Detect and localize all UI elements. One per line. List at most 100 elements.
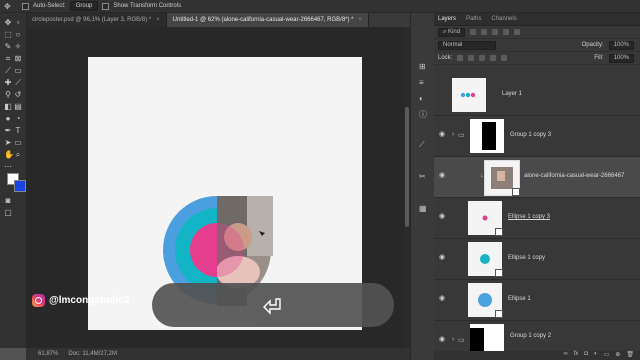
quick-select-icon[interactable]: ✎	[4, 43, 12, 51]
close-icon[interactable]: ×	[156, 17, 160, 23]
new-group-icon[interactable]: ▭	[604, 351, 610, 360]
layer-name[interactable]: Ellipse 1 copy 3	[508, 214, 550, 220]
layer-name[interactable]: Group 1 copy 3	[510, 132, 551, 138]
fill-input[interactable]: 100%	[608, 53, 634, 63]
layer-name[interactable]: Layer 1	[502, 91, 522, 97]
path-select-icon[interactable]: ➤	[4, 139, 12, 147]
chevron-right-icon[interactable]: ›	[452, 336, 454, 343]
fill-label: Fill:	[594, 55, 604, 61]
visibility-eye-icon[interactable]: ◉	[439, 213, 446, 220]
visibility-eye-icon[interactable]: ◉	[439, 131, 446, 138]
layer-thumbnail	[468, 242, 503, 277]
panel-icon-strip: ⊞ ≡ ◐ ⓘ ⟋ ✂ ▦	[410, 13, 435, 360]
tab-layers[interactable]: Layers	[438, 16, 456, 22]
info-icon[interactable]: ⓘ	[419, 111, 427, 119]
tab-label: circleposter.psd @ 96,1% (Layer 3, RGB/8…	[32, 17, 152, 23]
lock-paint-icon[interactable]	[468, 55, 475, 61]
history-brush-icon[interactable]: ↺	[14, 91, 22, 99]
close-icon[interactable]: ×	[359, 17, 363, 23]
brush-settings-icon[interactable]: ⟋	[419, 141, 427, 149]
tab-circleposter[interactable]: circleposter.psd @ 96,1% (Layer 3, RGB/8…	[26, 13, 167, 27]
move-tool-icon[interactable]: ✥	[4, 2, 14, 11]
type-filter-icon[interactable]	[492, 29, 499, 35]
visibility-eye-icon[interactable]: ◉	[439, 336, 446, 343]
tab-untitled-1[interactable]: Untitled-1 @ 62% (alone-california-casua…	[166, 13, 370, 27]
layers-list: Layer 1 ◉ › ▭ Group 1 copy 3 ◉ ↓ alone-c…	[434, 75, 640, 354]
pixel-filter-icon[interactable]	[470, 29, 477, 35]
artboard-icon[interactable]: ▫	[14, 19, 22, 27]
slice-icon[interactable]: ⊠	[14, 55, 22, 63]
lock-position-icon[interactable]	[479, 55, 486, 61]
fx-icon[interactable]: fx	[574, 351, 579, 360]
layer-row-selected[interactable]: ◉ ↓ alone-california-casual-wear-2666467	[434, 157, 640, 198]
more-tools-icon[interactable]: ⋯	[4, 163, 12, 171]
link-icon[interactable]: ∞	[563, 351, 567, 360]
layer-thumbnail	[484, 160, 520, 196]
adjustments-icon[interactable]: ◐	[419, 95, 427, 103]
layer-row[interactable]: ◉ Ellipse 1 copy	[434, 239, 640, 280]
screen-mode-icon[interactable]: ▢	[4, 209, 12, 217]
layer-row[interactable]: ◉ › ▭ Group 1 copy 2	[434, 321, 640, 354]
gradient-icon[interactable]: ▤	[14, 103, 22, 111]
transform-controls-checkbox[interactable]	[102, 2, 110, 10]
new-layer-icon[interactable]: ⊕	[615, 351, 620, 360]
type-icon[interactable]: T	[14, 127, 22, 135]
lock-row: Lock: Fill: 100%	[434, 52, 640, 65]
zoom-level[interactable]: 61,87%	[38, 351, 58, 357]
lock-all-icon[interactable]	[501, 55, 508, 61]
magic-wand-icon[interactable]: ✧	[14, 43, 22, 51]
layer-name[interactable]: Ellipse 1 copy	[508, 255, 545, 261]
quick-mask-icon[interactable]: ◙	[4, 197, 12, 205]
layer-name[interactable]: Group 1 copy 2	[510, 333, 551, 339]
tools-icon[interactable]: ✂	[419, 173, 427, 181]
shape-icon[interactable]: ▭	[14, 139, 22, 147]
visibility-eye-icon[interactable]: ◉	[439, 254, 446, 261]
dodge-icon[interactable]: ◔	[14, 115, 22, 123]
lock-pixels-icon[interactable]	[457, 55, 464, 61]
zoom-icon[interactable]: ⌕	[14, 151, 22, 159]
layer-row[interactable]: Layer 1	[434, 75, 640, 116]
eraser-icon[interactable]: ◧	[4, 103, 12, 111]
auto-select-dropdown[interactable]: Group	[69, 1, 99, 11]
shape-filter-icon[interactable]	[503, 29, 510, 35]
blend-mode-dropdown[interactable]: Normal	[438, 40, 496, 50]
visibility-eye-icon[interactable]: ◉	[439, 172, 446, 179]
pen-icon[interactable]: ✒	[4, 127, 12, 135]
adjustment-icon[interactable]: ◐	[594, 351, 598, 360]
layer-row[interactable]: ◉ Ellipse 1 copy 3	[434, 198, 640, 239]
healing-brush-icon[interactable]: ✚	[4, 79, 12, 87]
adjustment-filter-icon[interactable]	[481, 29, 488, 35]
eyedropper-icon[interactable]: ⟋	[4, 67, 12, 75]
styles-icon[interactable]: ▦	[419, 205, 427, 213]
layer-row[interactable]: ◉ Ellipse 1	[434, 280, 640, 321]
marquee-icon[interactable]: ⬚	[4, 31, 12, 39]
move-icon[interactable]: ✥	[4, 19, 12, 27]
layer-name[interactable]: Ellipse 1	[508, 296, 531, 302]
hand-icon[interactable]: ✋	[4, 151, 14, 159]
tools-panel: ✥ ▫ ⬚ ○ ✎ ✧ ⌗ ⊠ ⟋ ▭ ✚ ⟋ ⚲ ↺ ◧ ▤ ● ◔ ✒ T …	[0, 13, 27, 348]
chevron-right-icon[interactable]: ›	[452, 131, 454, 138]
blur-icon[interactable]: ●	[4, 115, 12, 123]
tab-channels[interactable]: Channels	[491, 16, 516, 22]
doc-size: Doc: 11,4M/27,2M	[68, 351, 117, 357]
layer-row[interactable]: ◉ › ▭ Group 1 copy 3	[434, 116, 640, 157]
tab-paths[interactable]: Paths	[466, 16, 481, 22]
opacity-input[interactable]: 100%	[608, 40, 634, 50]
lock-artboard-icon[interactable]	[490, 55, 497, 61]
history-icon[interactable]: ⊞	[419, 63, 427, 71]
properties-icon[interactable]: ≡	[419, 79, 427, 87]
kind-filter-dropdown[interactable]: ⌕ Kind	[438, 27, 466, 37]
layer-name[interactable]: alone-california-casual-wear-2666467	[524, 173, 624, 179]
visibility-eye-icon[interactable]: ◉	[439, 295, 446, 302]
smart-object-filter-icon[interactable]	[514, 29, 521, 35]
ruler-icon[interactable]: ▭	[14, 67, 22, 75]
background-color-swatch[interactable]	[14, 180, 26, 192]
scroll-thumb[interactable]	[405, 107, 409, 227]
lasso-icon[interactable]: ○	[14, 31, 22, 39]
trash-icon[interactable]: 🗑	[626, 351, 634, 360]
mask-icon[interactable]: ◘	[584, 351, 588, 360]
clone-stamp-icon[interactable]: ⚲	[4, 91, 12, 99]
brush-icon[interactable]: ⟋	[14, 79, 22, 87]
auto-select-checkbox[interactable]	[22, 2, 29, 10]
crop-icon[interactable]: ⌗	[4, 55, 12, 63]
